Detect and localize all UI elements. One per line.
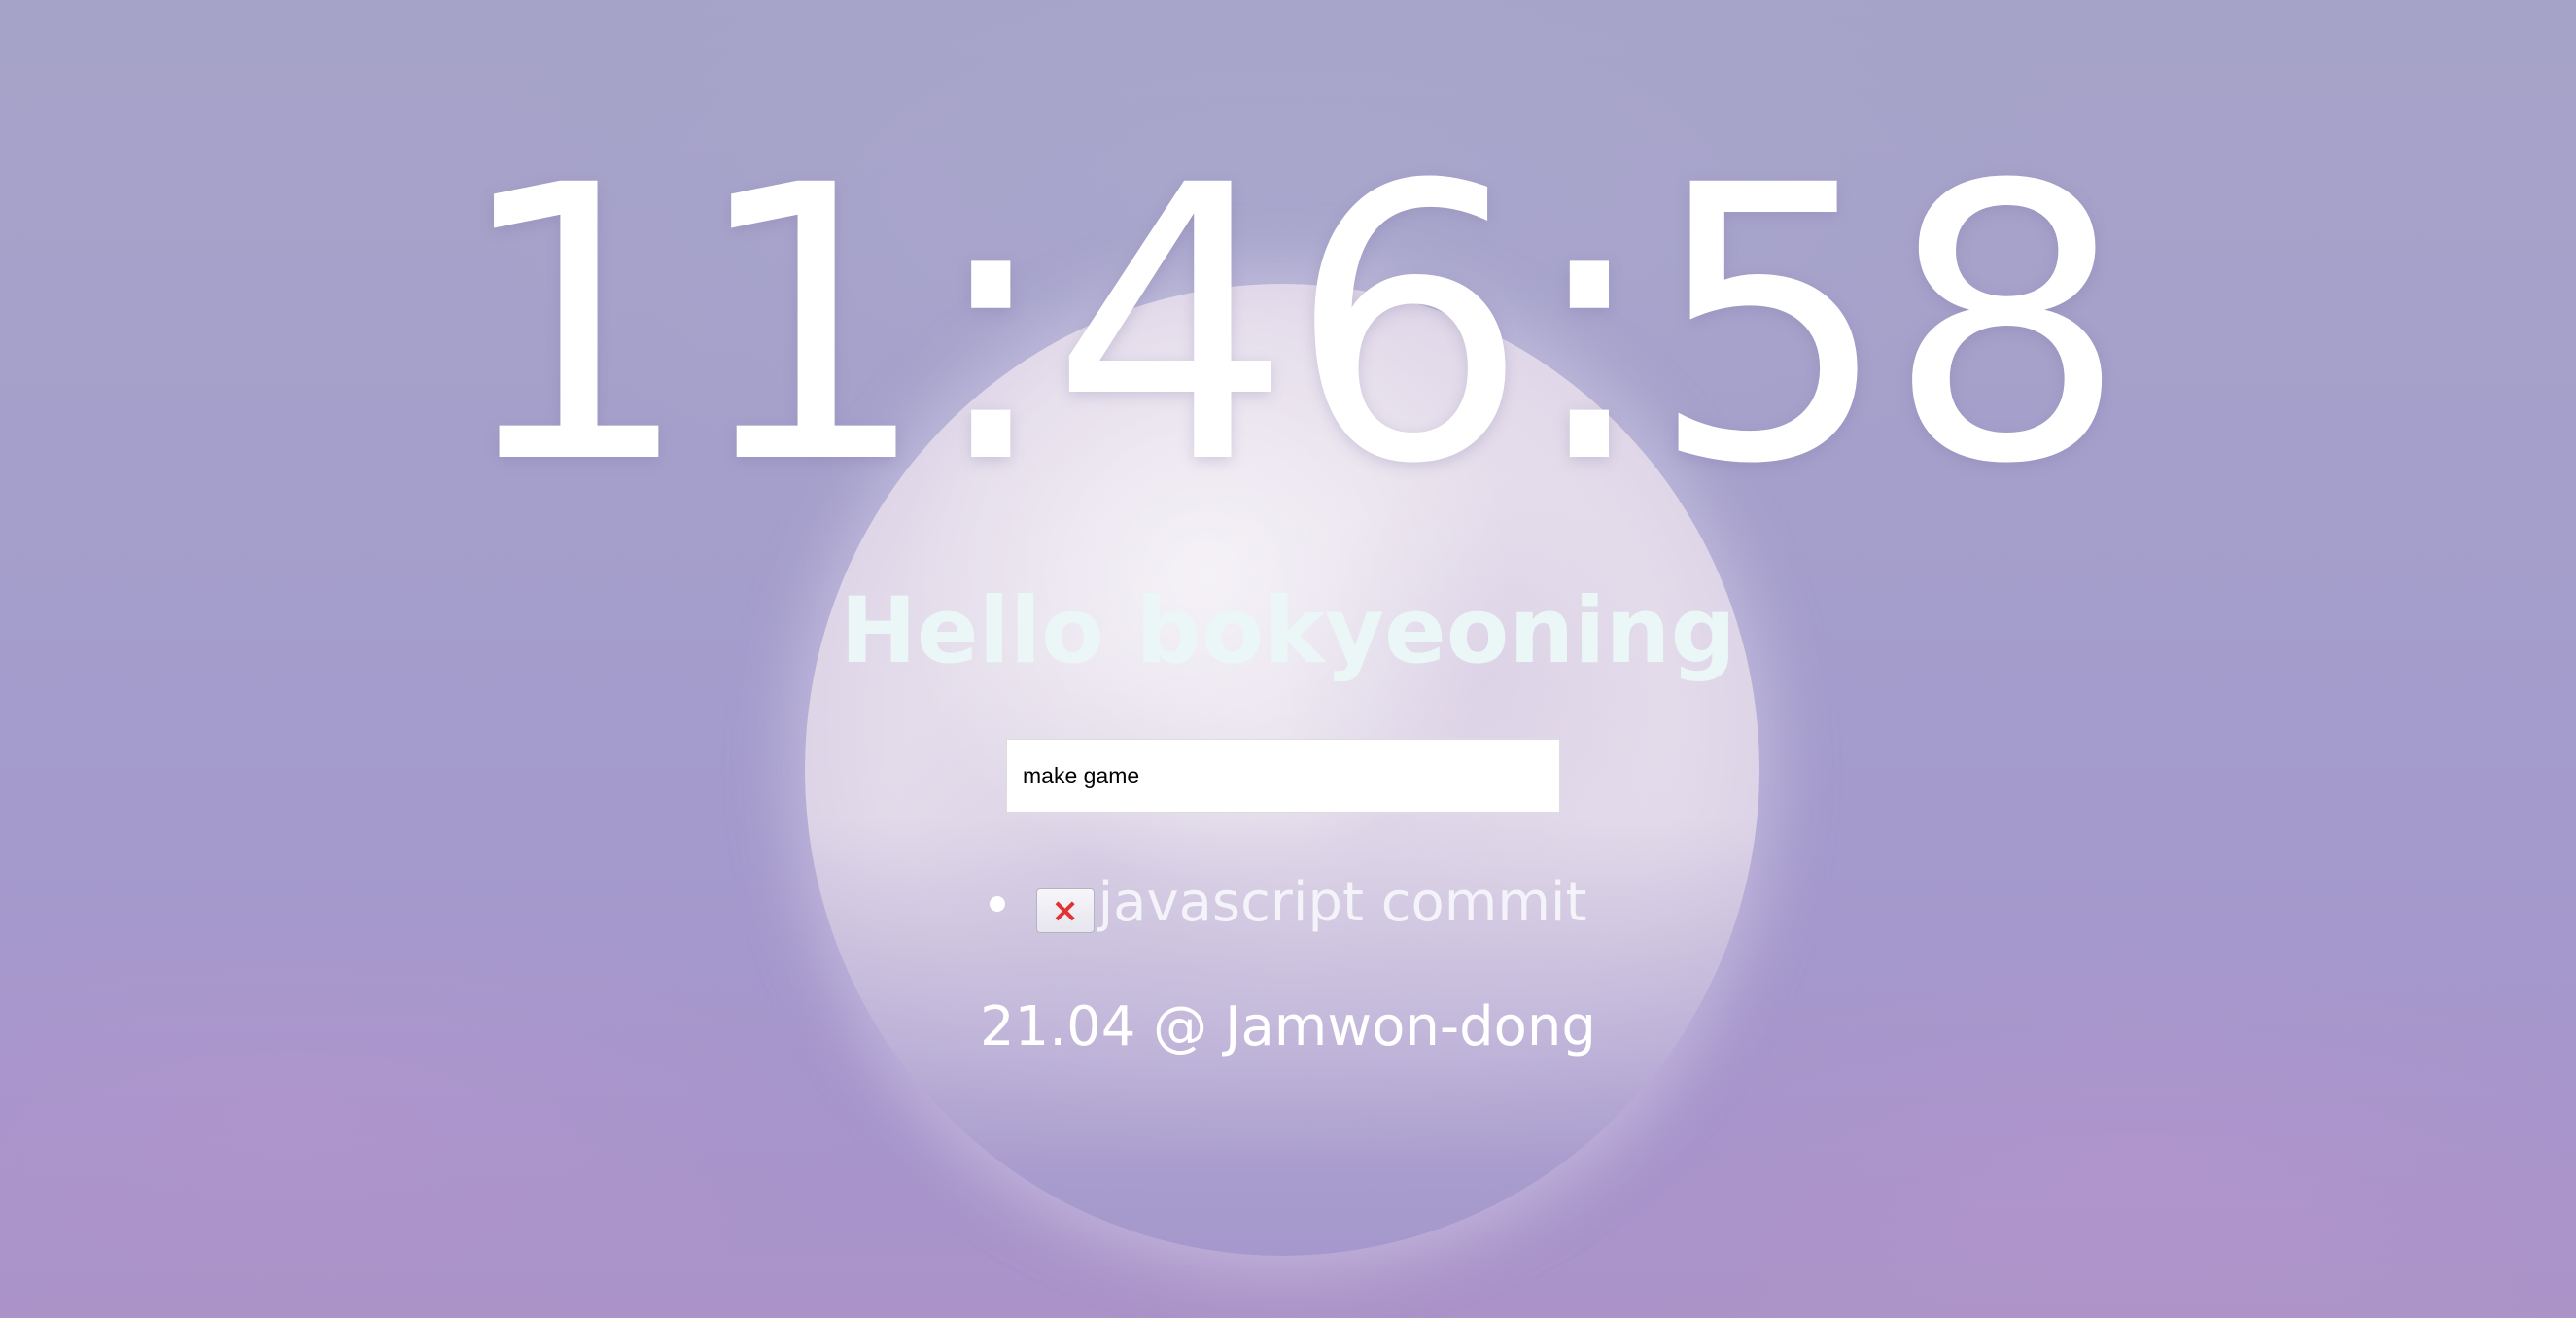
- todo-text: javascript commit: [1097, 870, 1587, 934]
- clock: 11:46:58: [452, 105, 2128, 546]
- close-icon: ×: [1051, 891, 1079, 930]
- bullet-icon: [989, 896, 1005, 912]
- delete-todo-button[interactable]: ×: [1035, 888, 1095, 933]
- todo-item: × javascript commit: [0, 863, 2576, 941]
- main-content: 11:46:58 Hello bokyeoning × javascript c…: [0, 0, 2576, 1318]
- todo-input[interactable]: [1006, 739, 1560, 813]
- weather-location: 21.04 @ Jamwon-dong: [980, 995, 1596, 1058]
- todo-list: × javascript commit: [0, 863, 2576, 941]
- greeting: Hello bokyeoning: [840, 578, 1736, 684]
- todo-form: [1006, 739, 1560, 813]
